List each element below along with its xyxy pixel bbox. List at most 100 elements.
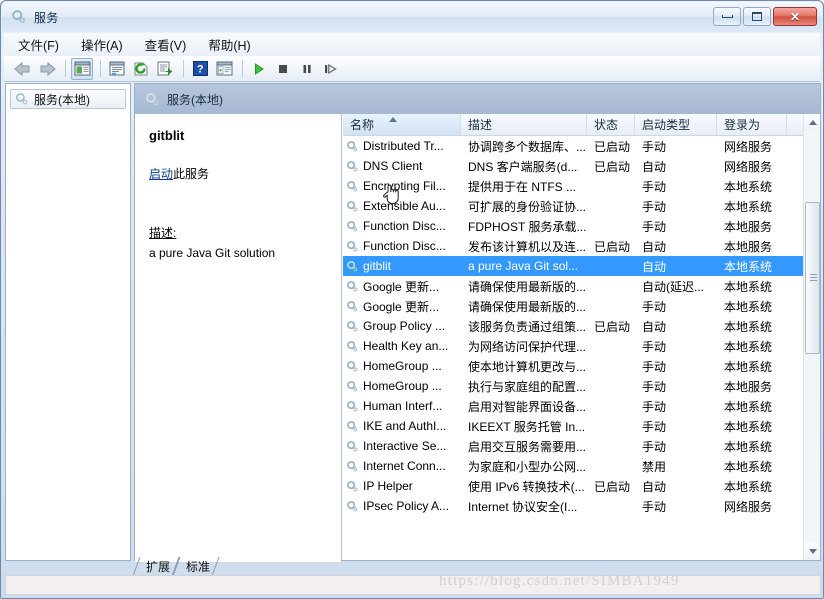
table-row[interactable]: Google 更新... 请确保使用最新版的... 自动(延迟... 本地系统 <box>343 276 820 296</box>
table-row[interactable]: Encrypting Fil... 提供用于在 NTFS ... 手动 本地系统 <box>343 176 820 196</box>
cell-description: 启用交互服务需要用... <box>468 439 587 454</box>
table-row[interactable]: Distributed Tr... 协调跨多个数据库、... 已启动 手动 网络服务 <box>343 136 820 156</box>
table-row[interactable]: gitblit a pure Java Git sol... 自动 本地系统 <box>343 256 820 276</box>
tree-node-services-local[interactable]: 服务(本地) <box>10 89 126 109</box>
cell-log-on-as: 本地系统 <box>724 459 773 474</box>
toolbar-properties-button[interactable] <box>106 58 128 80</box>
table-row[interactable]: Human Interf... 启用对智能界面设备... 手动 本地系统 <box>343 396 820 416</box>
chevron-up-icon <box>808 120 817 125</box>
scrollbar-thumb[interactable] <box>805 201 820 355</box>
cell-service-name: Group Policy ... <box>343 319 461 333</box>
toolbar-help-button[interactable]: ? <box>189 58 211 80</box>
column-header-description[interactable]: 描述 <box>461 114 587 135</box>
services-gear-icon <box>15 92 29 106</box>
cell-service-name: Extensible Au... <box>343 199 461 213</box>
show-action-pane-icon <box>216 61 233 76</box>
table-row[interactable]: IKE and AuthI... IKEEXT 服务托管 In... 手动 本地系统 <box>343 416 820 436</box>
cell-service-name: IKE and AuthI... <box>343 419 461 433</box>
table-row[interactable]: Group Policy ... 该服务负责通过组策... 已启动 自动 本地系统 <box>343 316 820 336</box>
menu-file[interactable]: 文件(F) <box>16 34 61 55</box>
cell-log-on-as: 本地系统 <box>724 299 773 314</box>
table-row[interactable]: Function Disc... FDPHOST 服务承载... 手动 本地服务 <box>343 216 820 236</box>
selected-service-name: gitblit <box>149 128 185 143</box>
table-row[interactable]: Interactive Se... 启用交互服务需要用... 手动 本地系统 <box>343 436 820 456</box>
table-row[interactable]: Function Disc... 发布该计算机以及连... 已启动 自动 本地服务 <box>343 236 820 256</box>
cell-log-on-as: 网络服务 <box>724 159 773 174</box>
table-row[interactable]: Health Key an... 为网络访问保护代理... 手动 本地系统 <box>343 336 820 356</box>
cell-description: 请确保使用最新版的... <box>468 299 587 314</box>
cell-description: 为家庭和小型办公网... <box>468 459 587 474</box>
table-row[interactable]: Google 更新... 请确保使用最新版的... 手动 本地系统 <box>343 296 820 316</box>
table-row[interactable]: IP Helper 使用 IPv6 转换技术(... 已启动 自动 本地系统 <box>343 476 820 496</box>
toolbar-forward-button[interactable] <box>36 58 58 80</box>
menu-view[interactable]: 查看(V) <box>143 34 189 55</box>
cell-description: 发布该计算机以及连... <box>468 239 587 254</box>
services-gear-icon <box>145 92 160 107</box>
toolbar-pause-service-button[interactable] <box>296 58 318 80</box>
table-row[interactable]: HomeGroup ... 使本地计算机更改与... 手动 本地系统 <box>343 356 820 376</box>
service-name-text: Interactive Se... <box>363 439 447 453</box>
cell-status: 已启动 <box>594 239 631 254</box>
tab-extended[interactable]: 扩展 <box>132 557 180 576</box>
vertical-scrollbar[interactable] <box>803 114 820 560</box>
service-gear-icon <box>346 200 359 213</box>
svg-text:?: ? <box>196 64 203 76</box>
start-service-icon <box>252 62 266 76</box>
toolbar-back-button[interactable] <box>12 58 34 80</box>
cell-service-name: Interactive Se... <box>343 439 461 453</box>
minimize-button[interactable] <box>713 7 741 26</box>
table-row[interactable]: IPsec Policy A... Internet 协议安全(I... 手动 网络服… <box>343 496 820 516</box>
cell-startup-type: 手动 <box>642 399 667 414</box>
table-row[interactable]: DNS Client DNS 客户端服务(d... 已启动 自动 网络服务 <box>343 156 820 176</box>
service-gear-icon <box>346 260 359 273</box>
tab-standard[interactable]: 标准 <box>172 557 220 576</box>
pane-header: 服务(本地) <box>135 84 820 114</box>
service-gear-icon <box>346 360 359 373</box>
cell-description: Internet 协议安全(I... <box>468 499 578 514</box>
close-button[interactable]: ✕ <box>773 7 817 26</box>
toolbar-show-tree-button[interactable] <box>71 57 93 80</box>
service-gear-icon <box>346 220 359 233</box>
toolbar-refresh-button[interactable] <box>130 58 152 80</box>
window-controls: ✕ <box>713 7 817 26</box>
service-gear-icon <box>346 420 359 433</box>
cell-description: 执行与家庭组的配置... <box>468 379 587 394</box>
view-tabs: 扩展 标准 <box>132 557 536 577</box>
list-rows: Distributed Tr... 协调跨多个数据库、... 已启动 手动 网络服务 DN… <box>343 136 820 516</box>
toolbar-stop-service-button[interactable] <box>272 58 294 80</box>
cell-log-on-as: 本地系统 <box>724 319 773 334</box>
service-gear-icon <box>346 460 359 473</box>
scroll-up-button[interactable] <box>804 114 820 131</box>
cell-service-name: DNS Client <box>343 159 461 173</box>
toolbar-action-pane-button[interactable] <box>213 58 235 80</box>
scroll-down-button[interactable] <box>804 543 820 560</box>
menu-action[interactable]: 操作(A) <box>79 34 125 55</box>
toolbar-start-service-button[interactable] <box>248 58 270 80</box>
cell-service-name: Function Disc... <box>343 239 461 253</box>
toolbar-restart-service-button[interactable] <box>320 58 342 80</box>
column-header-status[interactable]: 状态 <box>587 114 635 135</box>
main-content: 服务(本地) 服务(本地) gitblit 启动此服务 描述: a pure J… <box>5 83 821 562</box>
column-header-startup-type[interactable]: 启动类型 <box>635 114 717 135</box>
cell-startup-type: 手动 <box>642 299 667 314</box>
cell-log-on-as: 本地系统 <box>724 399 773 414</box>
column-header-log-on-as[interactable]: 登录为 <box>717 114 787 135</box>
pane-header-label: 服务(本地) <box>167 92 223 107</box>
service-name-text: IPsec Policy A... <box>363 499 450 513</box>
service-gear-icon <box>346 500 359 513</box>
toolbar-export-list-button[interactable] <box>154 58 176 80</box>
cell-startup-type: 手动 <box>642 439 667 454</box>
cell-service-name: Health Key an... <box>343 339 461 353</box>
services-list: 名称 描述 状态 启动类型 登录为 Distributed Tr... 协调跨多个… <box>343 114 820 560</box>
start-service-link[interactable]: 启动 <box>149 167 173 181</box>
services-pane: 服务(本地) gitblit 启动此服务 描述: a pure Java Git… <box>134 83 821 562</box>
table-row[interactable]: Internet Conn... 为家庭和小型办公网... 禁用 本地系统 <box>343 456 820 476</box>
cell-description: DNS 客户端服务(d... <box>468 159 578 174</box>
restore-button[interactable] <box>743 7 771 26</box>
column-header-name[interactable]: 名称 <box>343 114 461 135</box>
table-row[interactable]: HomeGroup ... 执行与家庭组的配置... 手动 本地服务 <box>343 376 820 396</box>
menu-help[interactable]: 帮助(H) <box>206 34 252 55</box>
table-row[interactable]: Extensible Au... 可扩展的身份验证协... 手动 本地系统 <box>343 196 820 216</box>
description-text: a pure Java Git solution <box>149 246 276 260</box>
service-name-text: Distributed Tr... <box>363 139 444 153</box>
